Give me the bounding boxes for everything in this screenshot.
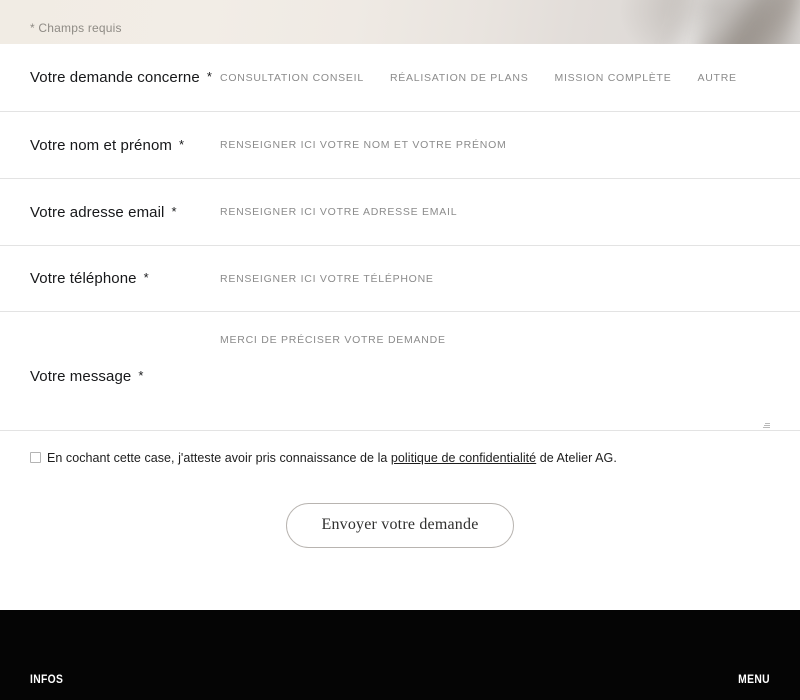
label-demande-concerne: Votre demande concerne * xyxy=(0,69,220,86)
adresse-email-input-placeholder[interactable]: RENSEIGNER ICI VOTRE ADRESSE EMAIL xyxy=(220,206,800,218)
hero-shadow-streak-icon xyxy=(691,0,799,44)
label-message: Votre message * xyxy=(0,368,220,385)
label-telephone-text: Votre téléphone xyxy=(30,270,137,287)
consent-text-after: de Atelier AG. xyxy=(536,451,617,465)
field-message[interactable]: MERCI DE PRÉCISER VOTRE DEMANDE xyxy=(220,312,800,431)
option-consultation-conseil[interactable]: CONSULTATION CONSEIL xyxy=(220,72,364,84)
consent-label: En cochant cette case, j'atteste avoir p… xyxy=(47,450,617,467)
hero-banner: * Champs requis xyxy=(0,0,800,44)
label-nom-prenom: Votre nom et prénom * xyxy=(0,137,220,154)
field-demande-concerne: CONSULTATION CONSEIL RÉALISATION DE PLAN… xyxy=(220,72,800,84)
label-message-text: Votre message xyxy=(30,367,132,385)
field-telephone[interactable]: RENSEIGNER ICI VOTRE TÉLÉPHONE xyxy=(220,273,800,285)
label-demande-concerne-text: Votre demande concerne xyxy=(30,69,200,86)
required-asterisk: * xyxy=(171,203,177,219)
form-row-adresse-email: Votre adresse email * RENSEIGNER ICI VOTR… xyxy=(0,179,800,246)
option-mission-complete[interactable]: MISSION COMPLÈTE xyxy=(554,72,671,84)
required-asterisk: * xyxy=(206,69,212,84)
label-adresse-email-text: Votre adresse email xyxy=(30,203,165,221)
site-footer: INFOS MENU xyxy=(0,610,800,700)
required-fields-note: * Champs requis xyxy=(30,21,122,35)
option-realisation-de-plans[interactable]: RÉALISATION DE PLANS xyxy=(390,72,529,84)
label-telephone: Votre téléphone * xyxy=(0,270,220,287)
footer-infos-heading[interactable]: INFOS xyxy=(30,672,63,686)
footer-menu-heading[interactable]: MENU xyxy=(738,672,770,686)
field-adresse-email[interactable]: RENSEIGNER ICI VOTRE ADRESSE EMAIL xyxy=(220,206,800,218)
consent-row: En cochant cette case, j'atteste avoir p… xyxy=(0,431,800,467)
consent-checkbox[interactable] xyxy=(30,452,41,463)
nom-prenom-input-placeholder[interactable]: RENSEIGNER ICI VOTRE NOM ET VOTRE PRÉNOM xyxy=(220,139,800,151)
label-adresse-email: Votre adresse email * xyxy=(0,204,220,221)
message-textarea-placeholder[interactable]: MERCI DE PRÉCISER VOTRE DEMANDE xyxy=(220,334,800,346)
form-row-message: Votre message * MERCI DE PRÉCISER VOTRE D… xyxy=(0,312,800,431)
contact-form: Votre demande concerne * CONSULTATION CON… xyxy=(0,44,800,548)
form-row-nom-prenom: Votre nom et prénom * RENSEIGNER ICI VOTR… xyxy=(0,112,800,179)
consent-text-before: En cochant cette case, j'atteste avoir p… xyxy=(47,451,391,465)
required-asterisk: * xyxy=(143,270,149,285)
option-autre[interactable]: AUTRE xyxy=(697,72,736,84)
submit-row: Envoyer votre demande xyxy=(0,467,800,548)
form-row-demande-concerne: Votre demande concerne * CONSULTATION CON… xyxy=(0,44,800,112)
textarea-resize-handle[interactable] xyxy=(763,420,770,429)
field-nom-prenom[interactable]: RENSEIGNER ICI VOTRE NOM ET VOTRE PRÉNOM xyxy=(220,139,800,151)
option-group-demande-concerne: CONSULTATION CONSEIL RÉALISATION DE PLAN… xyxy=(220,72,800,84)
telephone-input-placeholder[interactable]: RENSEIGNER ICI VOTRE TÉLÉPHONE xyxy=(220,273,800,285)
hero-light-streak-icon xyxy=(665,0,800,44)
privacy-policy-link[interactable]: politique de confidentialité xyxy=(391,451,536,465)
label-nom-prenom-text: Votre nom et prénom xyxy=(30,136,172,154)
required-asterisk: * xyxy=(178,136,185,152)
form-row-telephone: Votre téléphone * RENSEIGNER ICI VOTRE TÉ… xyxy=(0,246,800,312)
required-asterisk: * xyxy=(138,367,144,383)
contact-form-page: * Champs requis Votre demande concerne * … xyxy=(0,0,800,700)
footer-inner: INFOS MENU xyxy=(0,610,800,700)
submit-button[interactable]: Envoyer votre demande xyxy=(286,502,514,548)
